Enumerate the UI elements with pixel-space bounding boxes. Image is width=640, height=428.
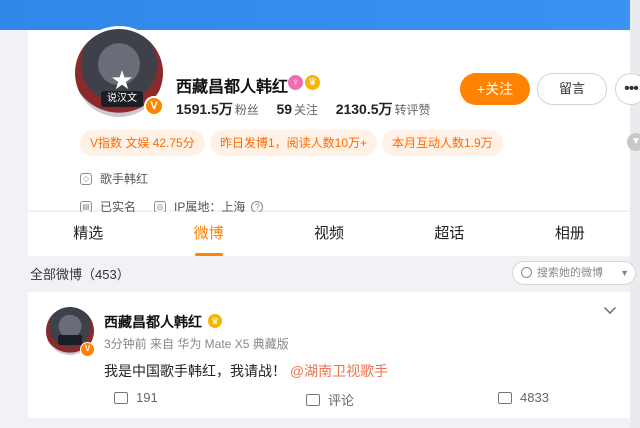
tab-videos[interactable]: 视频 bbox=[269, 212, 389, 256]
post-author-name[interactable]: 西藏昌都人韩红 bbox=[104, 312, 202, 332]
profile-tabs: 精选 微博 视频 超话 相册 bbox=[28, 212, 630, 256]
comment-button[interactable]: 评论 bbox=[306, 390, 354, 409]
avatar-tag: 说汉文 bbox=[101, 91, 143, 107]
message-button[interactable]: 留言 bbox=[537, 73, 607, 105]
tab-featured[interactable]: 精选 bbox=[28, 212, 148, 256]
repost-count: 191 bbox=[136, 390, 158, 405]
stat-interactions: 2130.5万 转评赞 bbox=[335, 101, 431, 117]
more-options-button[interactable]: ••• bbox=[615, 73, 640, 105]
post-body: 我是中国歌手韩红，我请战！ bbox=[104, 363, 286, 379]
profile-stats: 1591.5万 粉丝 59 关注 2130.5万 转评赞 bbox=[176, 99, 445, 119]
follow-button[interactable]: +关注 bbox=[460, 73, 530, 105]
caret-down-icon[interactable]: ▼ bbox=[620, 262, 629, 284]
like-button[interactable]: 4833 bbox=[498, 390, 549, 405]
stat-following[interactable]: 59 关注 bbox=[276, 101, 332, 117]
chevron-down-icon[interactable]: ▼ bbox=[627, 133, 640, 151]
monthly-interaction-pill[interactable]: 本月互动人数1.9万 bbox=[382, 130, 503, 156]
post-search-input[interactable]: 搜索她的微博 ▼ bbox=[512, 261, 636, 285]
thumbs-up-icon bbox=[498, 391, 512, 404]
female-gender-icon: ♀ bbox=[288, 75, 303, 90]
search-icon bbox=[521, 267, 532, 278]
comment-icon bbox=[306, 393, 320, 406]
help-icon[interactable]: ? bbox=[251, 200, 264, 213]
verified-badge-icon: V bbox=[80, 342, 95, 357]
repost-icon bbox=[114, 391, 128, 404]
shield-icon: ◇ bbox=[80, 172, 92, 185]
profile-description: 歌手韩红 bbox=[100, 172, 149, 186]
crown-icon: ♛ bbox=[305, 75, 320, 90]
comment-label: 评论 bbox=[328, 393, 355, 408]
profile-name: 西藏昌都人韩红 bbox=[176, 79, 289, 96]
all-posts-count: 全部微博（453） bbox=[30, 267, 130, 282]
yesterday-posts-pill[interactable]: 昨日发博1，阅读人数10万+ bbox=[210, 130, 378, 156]
search-placeholder: 搜索她的微博 bbox=[537, 267, 603, 279]
post-card: V 西藏昌都人韩红 ♛ 3分钟前 来自 华为 Mate X5 典藏版 我是中国歌… bbox=[28, 292, 630, 418]
post-meta: 3分钟前 来自 华为 Mate X5 典藏版 bbox=[104, 337, 289, 351]
post-text: 我是中国歌手韩红，我请战！ @湖南卫视歌手 bbox=[104, 361, 388, 381]
location-icon: ◎ bbox=[154, 200, 167, 213]
like-count: 4833 bbox=[520, 390, 549, 405]
chevron-down-icon[interactable] bbox=[604, 302, 616, 314]
crown-icon: ♛ bbox=[208, 314, 222, 328]
cover-banner bbox=[0, 0, 640, 30]
verified-badge-icon: V bbox=[144, 96, 164, 116]
avatar-tag-small bbox=[58, 335, 82, 345]
post-actions: 191 评论 4833 bbox=[28, 390, 630, 414]
profile-card: ★ 说汉文 V 西藏昌都人韩红 ♀ ♛ 1591.5万 粉丝 59 关注 2130.… bbox=[28, 26, 640, 214]
description-row: ◇ 歌手韩红 bbox=[80, 170, 148, 187]
id-card-icon: ▤ bbox=[80, 200, 92, 213]
post-mention-link[interactable]: @湖南卫视歌手 bbox=[290, 363, 388, 379]
stat-fans[interactable]: 1591.5万 粉丝 bbox=[176, 101, 273, 117]
tab-supertopic[interactable]: 超话 bbox=[389, 212, 509, 256]
tab-weibo[interactable]: 微博 bbox=[148, 212, 268, 256]
v-index-pill[interactable]: V指数 文娱 42.75分 bbox=[80, 130, 205, 156]
repost-button[interactable]: 191 bbox=[114, 390, 158, 405]
scrollbar-track[interactable] bbox=[630, 0, 640, 428]
tab-albums[interactable]: 相册 bbox=[510, 212, 630, 256]
